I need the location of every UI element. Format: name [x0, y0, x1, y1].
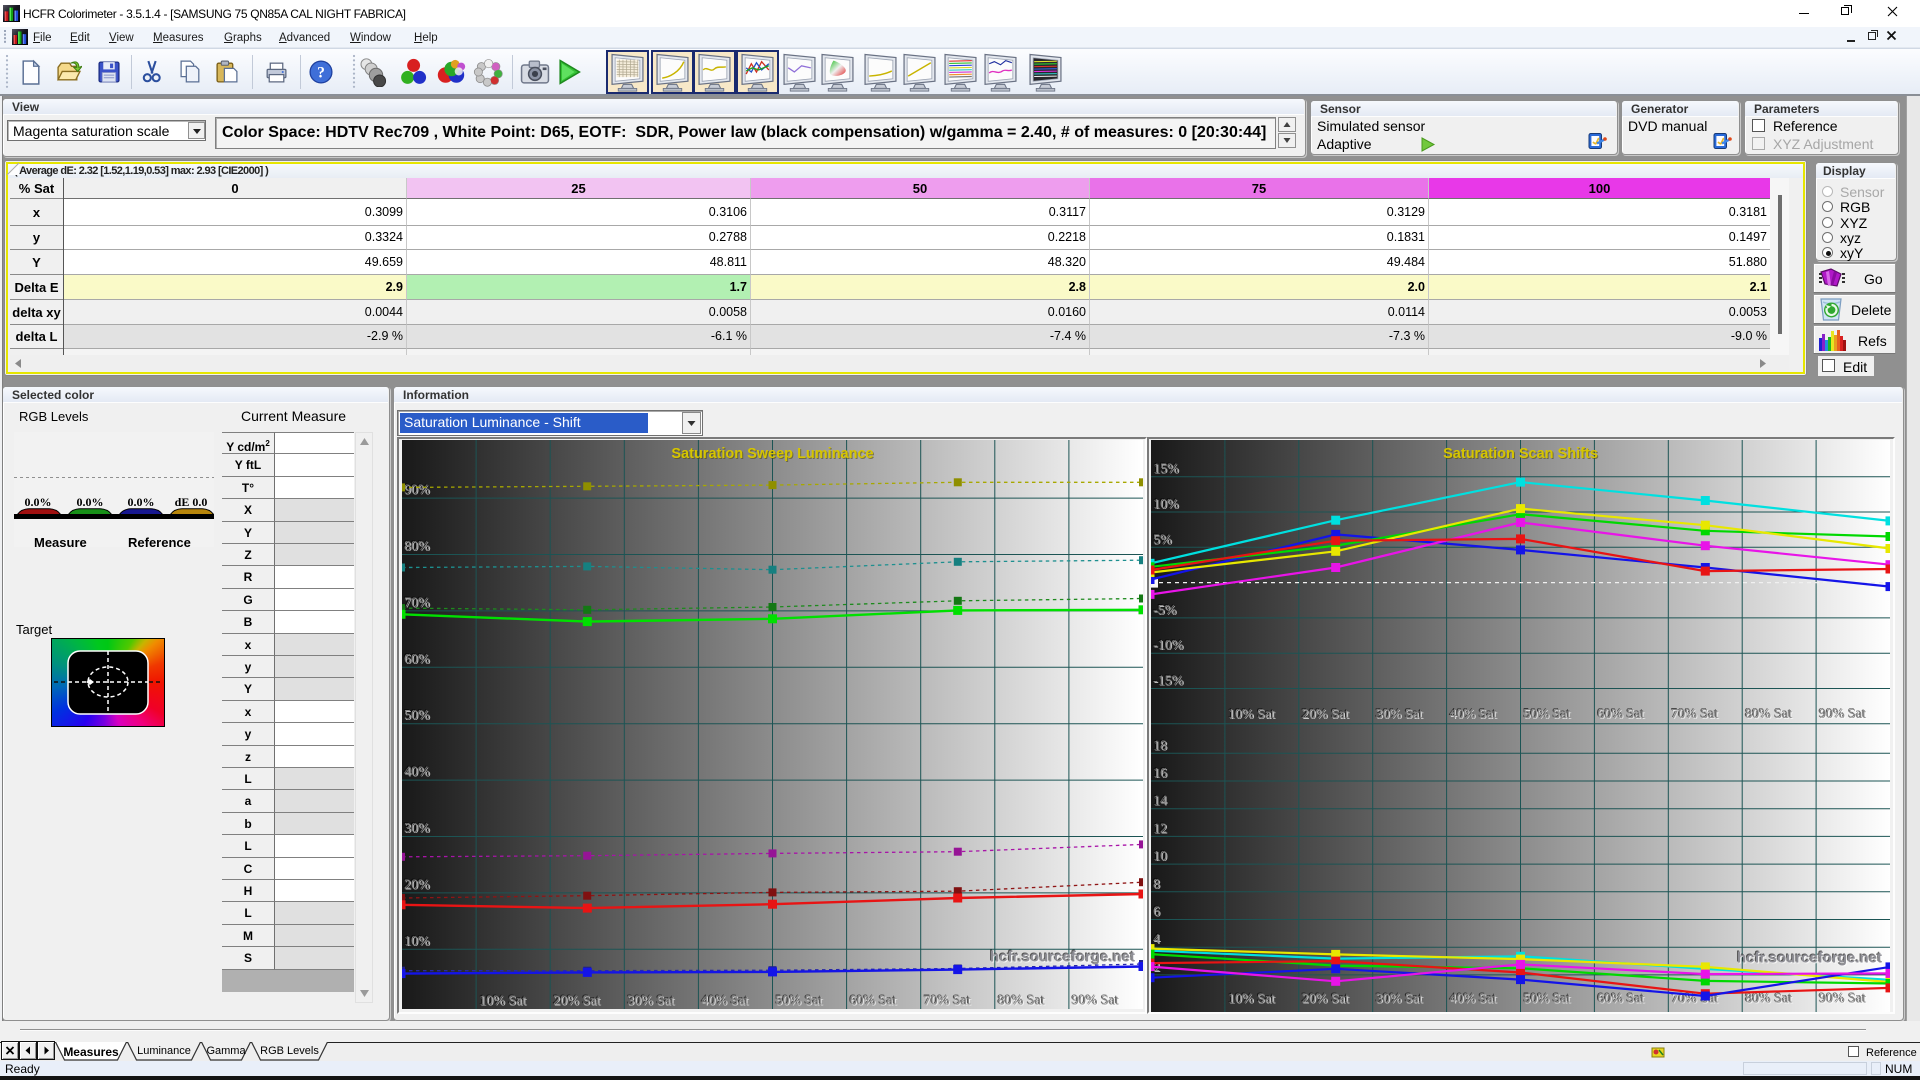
- svg-text:?: ?: [317, 65, 325, 82]
